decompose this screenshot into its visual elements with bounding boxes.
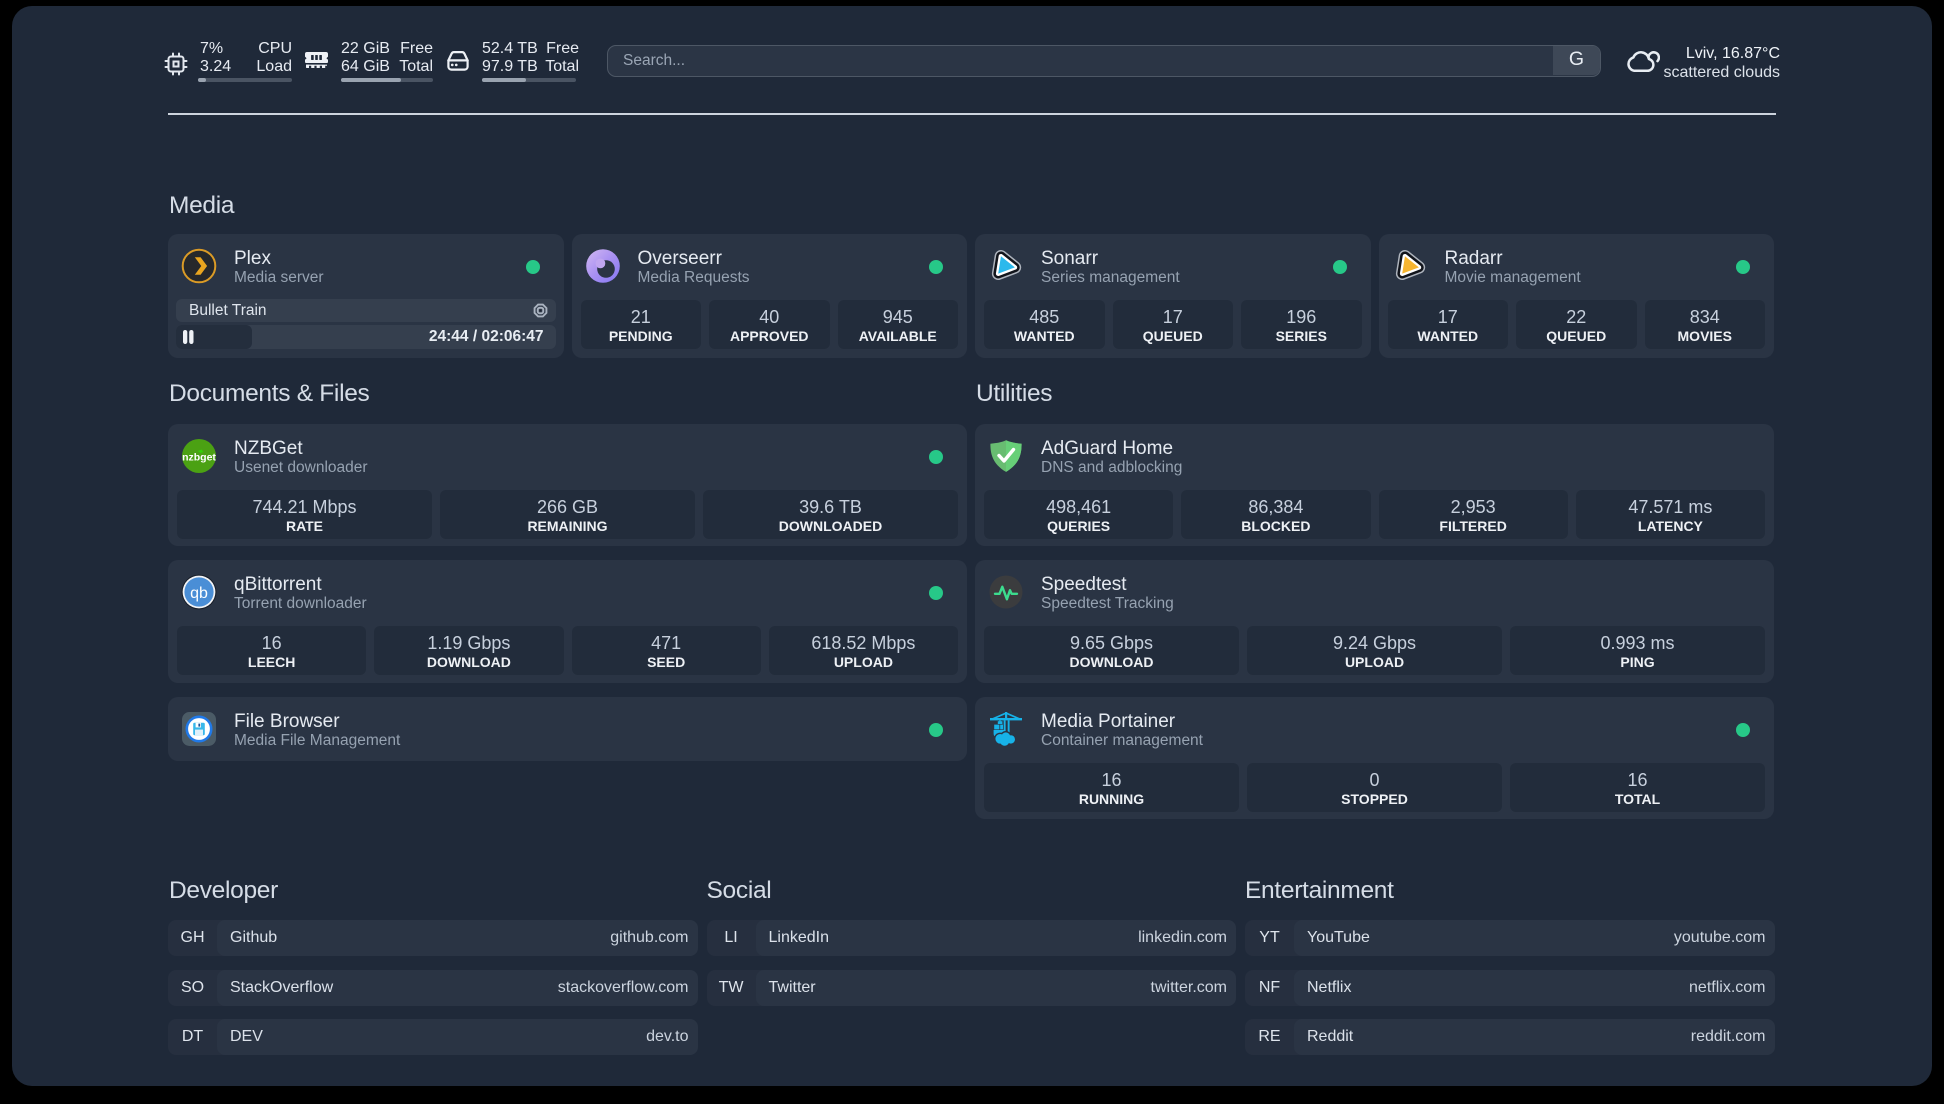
svg-text:qb: qb [190,585,208,602]
svg-text:nzbget: nzbget [182,452,216,464]
